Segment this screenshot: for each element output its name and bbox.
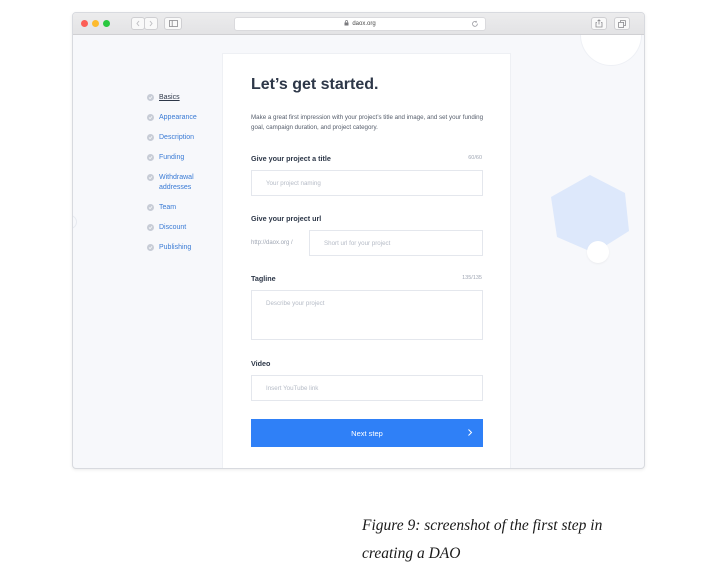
decorative-ring <box>73 215 77 229</box>
forward-icon <box>149 20 153 27</box>
next-step-label: Next step <box>351 428 383 438</box>
sidebar-toggle-button[interactable] <box>164 17 182 30</box>
address-bar[interactable]: daox.org <box>234 17 486 31</box>
step-team[interactable]: Team <box>147 203 205 213</box>
share-button[interactable] <box>591 17 607 30</box>
zoom-window-button[interactable] <box>103 20 110 27</box>
intro-text: Make a great first impression with your … <box>251 114 484 131</box>
page-viewport: Basics Appearance Description Funding Wi… <box>73 35 644 468</box>
check-icon <box>147 154 154 161</box>
next-step-button[interactable]: Next step <box>251 419 483 447</box>
sidebar-toggle-icon <box>168 20 178 27</box>
step-label: Publishing <box>159 244 192 251</box>
step-label: Appearance <box>159 114 197 121</box>
address-url: daox.org <box>352 21 376 27</box>
chevron-right-icon <box>468 429 473 436</box>
url-prefix: http://daox.org / <box>251 240 293 246</box>
step-label: Description <box>159 134 195 141</box>
check-icon <box>147 94 154 101</box>
figure-caption: Figure 9: screenshot of the first step i… <box>362 517 603 562</box>
step-publishing[interactable]: Publishing <box>147 243 205 253</box>
check-icon <box>147 134 154 141</box>
step-appearance[interactable]: Appearance <box>147 113 205 123</box>
step-funding[interactable]: Funding <box>147 153 205 163</box>
step-label: Withdrawal addresses <box>159 174 194 191</box>
forward-button[interactable] <box>144 17 158 30</box>
steps-sidebar: Basics Appearance Description Funding Wi… <box>147 93 205 263</box>
project-form-card: Let’s get started. Make a great first im… <box>222 53 511 468</box>
share-icon <box>595 19 603 28</box>
close-window-button[interactable] <box>81 20 88 27</box>
check-icon <box>147 174 154 181</box>
step-withdrawal-addresses[interactable]: Withdrawal addresses <box>147 173 205 193</box>
check-icon <box>147 224 154 231</box>
tagline-textarea[interactable] <box>251 290 483 340</box>
minimize-window-button[interactable] <box>92 20 99 27</box>
project-url-input[interactable] <box>309 230 483 256</box>
back-button[interactable] <box>131 17 145 30</box>
reload-icon[interactable] <box>471 20 479 30</box>
tagline-field-label: Tagline <box>251 274 276 283</box>
check-icon <box>147 114 154 121</box>
url-field-label: Give your project url <box>251 214 322 223</box>
tabs-overview-button[interactable] <box>614 17 630 30</box>
step-basics[interactable]: Basics <box>147 93 205 103</box>
step-label: Discount <box>159 224 187 231</box>
lock-icon <box>344 20 349 28</box>
project-title-input[interactable] <box>251 170 483 196</box>
check-icon <box>147 244 154 251</box>
video-field-label: Video <box>251 359 271 368</box>
back-icon <box>136 20 140 27</box>
step-label: Team <box>159 204 177 211</box>
decorative-dot <box>587 241 609 263</box>
tabs-icon <box>618 19 626 28</box>
page-title: Let’s get started. <box>251 76 379 93</box>
tagline-char-counter: 135/135 <box>462 275 482 281</box>
browser-titlebar: daox.org <box>73 13 644 35</box>
step-label: Funding <box>159 154 185 161</box>
title-field-label: Give your project a title <box>251 154 331 163</box>
step-description[interactable]: Description <box>147 133 205 143</box>
title-char-counter: 60/60 <box>468 155 482 161</box>
browser-window: daox.org Basics Appearance Description F… <box>72 12 645 469</box>
check-icon <box>147 204 154 211</box>
step-discount[interactable]: Discount <box>147 223 205 233</box>
video-link-input[interactable] <box>251 375 483 401</box>
step-label: Basics <box>159 94 180 101</box>
decorative-circle <box>581 35 641 65</box>
